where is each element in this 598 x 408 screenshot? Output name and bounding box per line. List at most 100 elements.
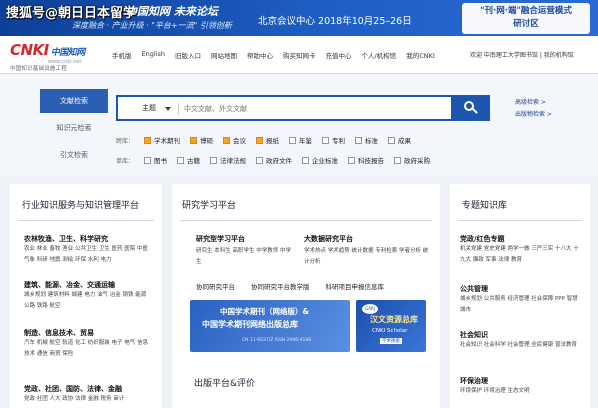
checkbox-tech-reports[interactable]: 科技报告 — [348, 155, 384, 165]
industry-knowledge-panel: 行业知识服务与知识管理平台 农林牧渔、卫生、科学研究 农业 林业 畜牧 渔业 公… — [10, 184, 162, 408]
category-heading[interactable]: 建筑、能源、冶金、交通运输 — [24, 280, 152, 290]
checkbox-newspaper[interactable]: 报纸 — [256, 135, 279, 145]
topic-heading[interactable]: 党政/红色专题 — [460, 234, 582, 244]
nav-recharge[interactable]: 充值中心 — [325, 50, 351, 60]
checkbox-standard[interactable]: 标准 — [355, 135, 378, 145]
garj-badge: GARJ — [362, 304, 378, 314]
checkbox-label: 标准 — [365, 137, 378, 145]
category-items[interactable]: 党政 社团 人大 政协 法律 金融 税务 审计 — [24, 394, 152, 405]
checkbox-enterprise-std[interactable]: 企业标准 — [302, 155, 338, 165]
category-items[interactable]: 汽车 机械 航空 轨道 化工 纺织服装 电子 电气 信息技术 通信 商贸 保险 — [24, 338, 152, 360]
cta-line1: "刊·网·端"融合运营模式 — [480, 6, 572, 16]
divider — [18, 220, 154, 221]
checkbox-conference[interactable]: 会议 — [223, 135, 246, 145]
divider — [178, 103, 179, 115]
checkbox-box — [388, 136, 395, 144]
category-items[interactable]: 农业 林业 畜牧 渔业 公共卫生 卫生 医药 医院 中医 气象 科研 地震 测绘… — [24, 244, 152, 266]
topic-heading[interactable]: 环保治理 — [460, 376, 582, 386]
checkbox-theses[interactable]: 博硕 — [190, 135, 213, 145]
topic-items[interactable]: 社会知识 社会科学 社会管理 全民健康 普法教育 — [460, 340, 582, 351]
single-db-filter-row: 单库： 图书 古籍 法律法规 政府文件 企业标准 科技报告 政府采购 — [116, 153, 440, 167]
category-items[interactable]: 城乡规划 建筑材料 城建 电力 油气 冶金 钢铁 能源 公路 铁路 航空 — [24, 290, 152, 312]
research-learning-heading[interactable]: 研究型学习平台 — [196, 234, 245, 244]
advanced-links: 高级检索 > 出版物检索 > — [515, 97, 552, 121]
topic-knowledge-panel: 专题知识库 党政/红色专题 机关党建 党史党建 两学一做 三严三实 十八大 十九… — [450, 184, 590, 408]
tab-knowledge-search[interactable]: 知识元检索 — [40, 116, 108, 140]
category-block: 建筑、能源、冶金、交通运输 城乡规划 建筑材料 城建 电力 油气 冶金 钢铁 能… — [24, 280, 152, 312]
nav-my-cnki[interactable]: 我的CNKI — [406, 50, 435, 60]
checkbox-journals[interactable]: 学术期刊 — [144, 135, 180, 145]
topic-items[interactable]: 机关党建 党史党建 两学一做 三严三实 十八大 十九大 廉政 军事 法律 教育 — [460, 244, 582, 266]
collab-teaching-link[interactable]: 协同研究平台教学版 — [251, 281, 310, 291]
chevron-down-icon[interactable] — [165, 107, 171, 111]
topic-heading[interactable]: 公共管理 — [460, 284, 582, 294]
checkbox-box — [355, 136, 362, 144]
panel-title: 研究学习平台 — [182, 201, 237, 211]
tab-literature-search[interactable]: 文献检索 — [40, 89, 108, 113]
search-field-select[interactable]: 主题 — [142, 103, 156, 113]
checkbox-box — [256, 136, 263, 144]
checkbox-laws[interactable]: 法律法规 — [210, 155, 246, 165]
checkbox-label: 专利 — [332, 137, 345, 145]
checkbox-ancient-books[interactable]: 古籍 — [177, 155, 200, 165]
research-learning-items[interactable]: 研究生 本科生 高职学生 中学教师 中学生 — [196, 246, 296, 268]
nav-old-version[interactable]: 旧版入口 — [175, 50, 201, 60]
search-section: 文献检索 知识元检索 引文检索 主题 高级检索 > 出版物检索 > 跨库： 学术… — [0, 75, 598, 176]
divider — [180, 220, 432, 221]
topic-items[interactable]: 环境保护 环境治理 生态文明 — [460, 386, 582, 397]
checkbox-label: 政府采购 — [404, 157, 430, 165]
single-db-label: 单库： — [116, 157, 135, 165]
promo-line3: CN 11-6037/Z ISSN 2096-4188 — [242, 338, 312, 343]
journal-database-banner[interactable]: 中国学术期刊（网络版）& 中国学术期刊网络出版总库 CN 11-6037/Z I… — [190, 300, 350, 352]
publication-search-link[interactable]: 出版物检索 > — [515, 109, 552, 121]
project-info-link[interactable]: 科研项目申报信息库 — [326, 281, 385, 291]
collab-research-link[interactable]: 协同研究平台 — [196, 281, 235, 291]
checkbox-label: 年鉴 — [299, 137, 312, 145]
search-button[interactable] — [451, 97, 489, 119]
checkbox-box — [144, 156, 151, 164]
checkbox-patent[interactable]: 专利 — [322, 135, 345, 145]
cta-line2: 研讨区 — [513, 19, 539, 29]
nav-english[interactable]: English — [142, 50, 165, 60]
checkbox-box — [210, 156, 217, 164]
checkbox-box — [223, 136, 230, 144]
nav-help[interactable]: 帮助中心 — [247, 50, 273, 60]
search-input[interactable] — [184, 101, 444, 117]
cnki-logo[interactable]: CNKI 中国知网 www.cnki.net 中国知识基础设施工程 — [10, 41, 85, 72]
checkbox-achievements[interactable]: 成果 — [388, 135, 411, 145]
search-type-tabs: 文献检索 知识元检索 引文检索 — [40, 89, 108, 170]
research-learning-panel: 研究学习平台 研究型学习平台 研究生 本科生 高职学生 中学教师 中学生 大数据… — [172, 184, 440, 408]
checkbox-label: 报纸 — [266, 137, 279, 145]
nav-mobile[interactable]: 手机版 — [112, 50, 132, 60]
search-box: 主题 — [116, 95, 490, 121]
topic-items[interactable]: 城乡规划 公共服务 经济管理 社会保障 PPP 智慧城市 — [460, 294, 582, 316]
topic-heading[interactable]: 社会知识 — [460, 330, 582, 340]
checkbox-label: 企业标准 — [312, 157, 338, 165]
checkbox-gov-docs[interactable]: 政府文件 — [256, 155, 292, 165]
checkbox-books[interactable]: 图书 — [144, 155, 167, 165]
platform-links: 协同研究平台 协同研究平台教学版 科研项目申报信息库 — [196, 281, 400, 291]
cnki-scholar-banner[interactable]: GARJ 汉文资源总库 CNKI Scholar 学术搜索 — [356, 300, 426, 352]
checkbox-label: 古籍 — [187, 157, 200, 165]
banner-slogan: 中国知网 未来论坛 — [126, 5, 218, 18]
banner-cta-button[interactable]: "刊·网·端"融合运营模式 研讨区 — [462, 3, 590, 34]
category-heading[interactable]: 制造、信息技术、贸易 — [24, 328, 152, 338]
nav-sitemap[interactable]: 网站地图 — [211, 50, 237, 60]
big-data-heading[interactable]: 大数据研究平台 — [304, 234, 353, 244]
checkbox-box — [322, 136, 329, 144]
top-banner[interactable]: 搜狐号@朝日日本留学 中国知网 未来论坛 深度融合 · 产业升级 · "平台+一… — [0, 0, 598, 36]
nav-personal[interactable]: 个人/机构馆 — [361, 50, 396, 60]
tab-citation-search[interactable]: 引文检索 — [40, 143, 108, 167]
nav-buy-card[interactable]: 购买知网卡 — [283, 50, 316, 60]
user-welcome[interactable]: 欢迎 中南理工大学图书馆 | 我的机构馆 — [470, 50, 574, 59]
checkbox-label: 图书 — [154, 157, 167, 165]
category-heading[interactable]: 党政、社团、国防、法律、金融 — [24, 384, 152, 394]
advanced-search-link[interactable]: 高级检索 > — [515, 97, 552, 109]
checkbox-box — [348, 156, 355, 164]
promo-line1: 中国学术期刊（网络版）& — [220, 307, 310, 316]
big-data-items[interactable]: 学术热点 学术趋势 统计数据 专利检索 学者分析 统计分析 — [304, 246, 432, 268]
checkbox-yearbook[interactable]: 年鉴 — [289, 135, 312, 145]
logo-text: CNKI — [10, 41, 49, 59]
category-heading[interactable]: 农林牧渔、卫生、科学研究 — [24, 234, 152, 244]
checkbox-procurement[interactable]: 政府采购 — [394, 155, 430, 165]
